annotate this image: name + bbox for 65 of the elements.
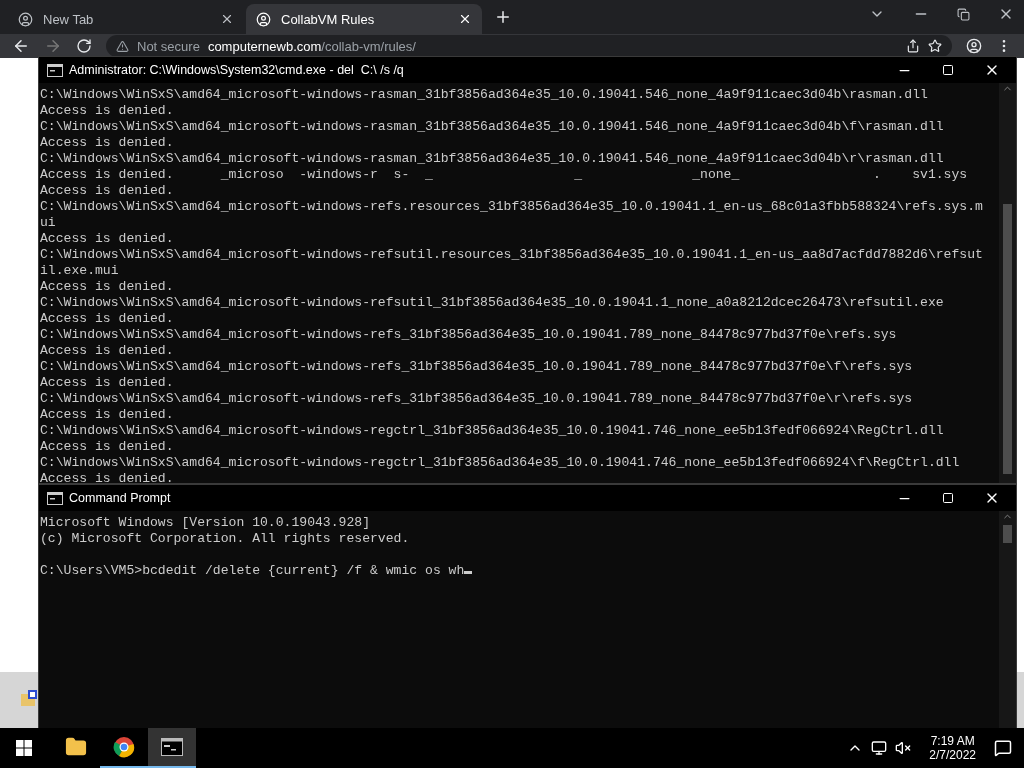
console-line: C:\Windows\WinSxS\amd64_microsoft-windows-regctrl_31bf3856ad364e35_10.0.19041.746_none_ee5b13fedf066924\RegCtrl.dll — [40, 423, 945, 439]
console-line: C:\Windows\WinSxS\amd64_microsoft-windows-refs_31bf3856ad364e35_10.0.19041.789_none_84478c977bd37f0e\r\refs.sys — [40, 391, 914, 407]
reload-icon[interactable] — [76, 38, 92, 54]
chrome-icon — [113, 736, 135, 758]
scroll-thumb[interactable] — [1003, 204, 1012, 474]
desktop-shortcut-icon[interactable] — [20, 689, 38, 707]
console-line: Access is denied. — [40, 279, 175, 295]
console-line: C:\Windows\WinSxS\amd64_microsoft-windows-refs.resources_31bf3856ad364e35_10.0.19041.1_en-us_68c01a3fbb588324\refs.sys.m — [40, 199, 984, 215]
console-line: C:\Windows\WinSxS\amd64_microsoft-windows-regctrl_31bf3856ad364e35_10.0.19041.746_none_ee5b13fedf066924\f\RegCtrl.dll — [40, 455, 961, 471]
console-icon — [47, 491, 63, 505]
console-line: Access is denied. — [40, 471, 175, 483]
muted-speaker-icon[interactable] — [895, 740, 912, 756]
maximize-icon[interactable] — [942, 492, 954, 504]
security-label: Not secure — [137, 38, 200, 54]
console-line: Access is denied. — [40, 439, 175, 455]
warning-icon — [116, 39, 129, 53]
taskbar-app[interactable] — [148, 728, 196, 768]
console-line: C:\Windows\WinSxS\amd64_microsoft-windows-rasman_31bf3856ad364e35_10.0.19041.546_none_4a9f911caec3d04b\rasman.dll — [40, 87, 929, 103]
console-line: Access is denied. — [40, 231, 175, 247]
console-line: C:\Windows\WinSxS\amd64_microsoft-windows-refs_31bf3856ad364e35_10.0.19041.789_none_84478c977bd37f0e\refs.sys — [40, 327, 898, 343]
window-title: Administrator: C:\Windows\System32\cmd.exe - del C:\ /s /q — [69, 63, 405, 77]
console-line: Access is denied. — [40, 183, 175, 199]
console-line: Microsoft Windows [Version 10.0.19043.928] — [40, 515, 372, 531]
browser-tab[interactable]: New Tab — [8, 4, 244, 34]
profile-icon[interactable] — [966, 38, 982, 54]
console-line: il.exe.mui — [40, 263, 120, 279]
console-line: C:\Windows\WinSxS\amd64_microsoft-windows-refsutil.resources_31bf3856ad364e35_10.0.19041.1_en-us_aa8d7acfdd7882d6\refsut — [40, 247, 984, 263]
tab-favicon-icon — [256, 11, 271, 27]
console-line: ui — [40, 215, 57, 231]
console-line: Access is denied. — [40, 135, 175, 151]
console-line: Access is denied. — [40, 311, 175, 327]
command-line[interactable]: C:\Users\VM5>bcdedit /delete {current} /f & wmic os wh — [40, 563, 999, 579]
console-line: (c) Microsoft Corporation. All rights reserved. — [40, 531, 411, 547]
maximize-icon[interactable] — [942, 64, 954, 76]
notifications-icon[interactable] — [994, 739, 1012, 757]
tab-favicon-icon — [18, 11, 33, 27]
scroll-thumb[interactable] — [1003, 525, 1012, 543]
star-icon[interactable] — [928, 39, 942, 53]
browser-tab[interactable]: CollabVM Rules — [246, 4, 482, 34]
network-icon[interactable] — [871, 740, 888, 756]
close-icon[interactable] — [458, 12, 472, 26]
scrollbar[interactable] — [999, 511, 1016, 728]
back-icon[interactable] — [12, 37, 30, 55]
console-line: C:\Windows\WinSxS\amd64_microsoft-windows-rasman_31bf3856ad364e35_10.0.19041.546_none_4a9f911caec3d04b\r\rasman.dll — [40, 151, 945, 167]
restore-icon[interactable] — [957, 7, 970, 21]
scrollbar[interactable] — [999, 83, 1016, 483]
new-tab-icon[interactable] — [494, 8, 512, 26]
address-bar[interactable]: Not secure computernewb.com/collab-vm/rules/ — [106, 35, 952, 57]
share-icon[interactable] — [906, 39, 920, 53]
console-line: C:\Windows\WinSxS\amd64_microsoft-windows-rasman_31bf3856ad364e35_10.0.19041.546_none_4a9f911caec3d04b\f\rasman.dll — [40, 119, 945, 135]
forward-icon[interactable] — [44, 37, 62, 55]
console-line: C:\Windows\WinSxS\amd64_microsoft-windows-refsutil_31bf3856ad364e35_10.0.19041.1_none_a0a8212dcec26473\refsutil.exe — [40, 295, 945, 311]
console-line: C:\Windows\WinSxS\amd64_microsoft-windows-refs_31bf3856ad364e35_10.0.19041.789_none_84478c977bd37f0e\f\refs.sys — [40, 359, 914, 375]
console-line: Access is denied. — [40, 103, 175, 119]
console-line: Access is denied. _microso -windows-r s- _ _ _none_ . sv1.sys — [40, 167, 969, 183]
folder-icon — [65, 736, 87, 758]
console-line: Access is denied. — [40, 375, 175, 391]
close-icon[interactable] — [220, 12, 234, 26]
console-line: Access is denied. — [40, 343, 175, 359]
window-title: Command Prompt — [69, 491, 172, 505]
clock[interactable]: 7:19 AM 2/7/2022 — [919, 734, 986, 762]
console-line: Access is denied. — [40, 407, 175, 423]
console-icon — [47, 63, 63, 77]
url-text: computernewb.com/collab-vm/rules/ — [207, 38, 416, 54]
console-icon — [161, 738, 183, 756]
